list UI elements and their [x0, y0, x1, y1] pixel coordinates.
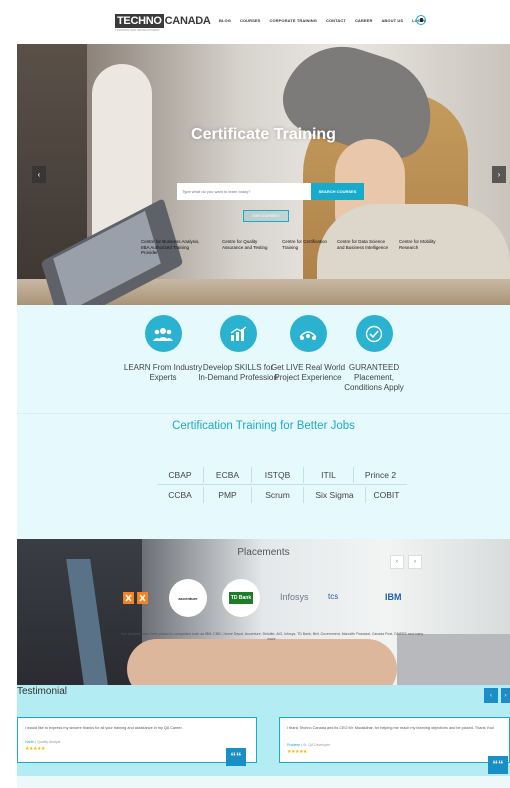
nav-about-us[interactable]: ABOUT US [381, 18, 403, 23]
feature-label: GURANTEED Placement, Conditions Apply [344, 363, 404, 392]
chart-icon [219, 315, 257, 352]
logo-techno: TECHNO [115, 14, 164, 28]
hero-item-quality-assurance[interactable]: Centre for Quality Assurance and Testing [222, 239, 277, 250]
testimonial-card: I thank Techno Canada and its CEO Mr. Mu… [279, 717, 510, 763]
cert-cobit[interactable]: COBIT [366, 487, 407, 503]
feature-learn: LEARN From Industry Experts [123, 315, 203, 383]
nav-career[interactable]: CAREER [355, 18, 373, 23]
hero-banner: Certificate Training SEARCH COURSES OUR … [17, 44, 510, 305]
testimonial-text: I would like to express my sincere thank… [25, 726, 183, 730]
techno-canada-logo[interactable]: TECHNO CANADA [115, 14, 211, 28]
feature-develop: Develop SKILLS for In-Demand Profession [198, 315, 278, 383]
cert-ecba[interactable]: ECBA [204, 466, 252, 483]
placements-caption: Our students have been placed in compani… [120, 632, 424, 641]
testimonial-card: I would like to express my sincere thank… [17, 717, 257, 763]
company-logo-infosys[interactable]: Infosys [280, 592, 309, 602]
company-logo-ibm[interactable]: IBM [385, 592, 402, 602]
company-logo-td-bank[interactable]: TD Bank [222, 579, 260, 617]
testimonial-title: Testimonial [17, 686, 68, 697]
brand-accenture: accenture [178, 595, 198, 601]
hero-prev-arrow[interactable]: ‹ [32, 166, 46, 183]
search-courses-button[interactable]: SEARCH COURSES [311, 183, 364, 200]
star-rating: ★★★★★ [25, 746, 45, 752]
company-logo-orange[interactable] [117, 579, 155, 617]
placements-bg-handshake [127, 639, 397, 685]
brand-td-bank: TD Bank [228, 592, 254, 604]
certification-title: Certification Training for Better Jobs [172, 420, 355, 432]
features-section: LEARN From Industry Experts Develop SKIL… [17, 305, 510, 539]
hero-title: Certificate Training [191, 126, 336, 143]
testimonial-next-button[interactable]: › [501, 688, 510, 703]
testimonial-prev-button[interactable]: ‹ [484, 688, 498, 703]
nav-corporate-training[interactable]: CORPORATE TRAINING [269, 18, 317, 23]
our-courses-button[interactable]: OUR COURSES › [243, 210, 289, 222]
feature-label: Develop SKILLS for In-Demand Profession [198, 363, 278, 382]
feature-label: LEARN From Industry Experts [123, 363, 203, 382]
placements-prev-arrow[interactable]: ‹ [390, 555, 404, 569]
cert-cbap[interactable]: CBAP [157, 466, 204, 483]
nav-blog[interactable]: BLOG [219, 18, 231, 23]
placements-next-arrow[interactable]: › [408, 555, 422, 569]
badge-check-icon [355, 315, 393, 352]
search-input[interactable] [177, 183, 311, 200]
footer-band [17, 776, 510, 788]
quote-icon: ““ [226, 748, 246, 766]
cert-row: CCBA PMP Scrum Six Sigma COBIT [157, 485, 407, 505]
testimonial-section: Testimonial ‹ › I would like to express … [17, 685, 510, 788]
divider [17, 413, 510, 414]
placements-title: Placements [237, 547, 290, 558]
lock-icon[interactable] [416, 15, 426, 25]
logo-canada: CANADA [164, 15, 211, 27]
placements-section: Placements ‹ › accenture TD Bank Infosys… [17, 539, 510, 685]
star-rating: ★★★★★ [287, 749, 307, 755]
cert-ccba[interactable]: CCBA [157, 487, 204, 503]
project-icon [289, 315, 327, 352]
author-name: Harsh [25, 740, 35, 744]
hero-next-arrow[interactable]: › [492, 166, 506, 183]
feature-placement: GURANTEED Placement, Conditions Apply [334, 315, 414, 393]
group-icon [144, 315, 182, 352]
site-header: TECHNO CANADA TRAINING AND DEVELOPMENT B… [0, 0, 510, 44]
nav-courses[interactable]: COURSES [240, 18, 260, 23]
hero-item-mobility[interactable]: Centre for Mobility Research [399, 239, 439, 250]
quote-icon: ““ [488, 756, 508, 774]
company-logo-tcs[interactable]: tcs [328, 592, 338, 601]
cert-istqb[interactable]: ISTQB [252, 466, 304, 483]
testimonial-author: Pradeep | Sr. QA Developer [287, 743, 331, 747]
hero-item-data-science[interactable]: Centre for Data Science and Business Int… [337, 239, 392, 250]
testimonial-author: Harsh | Quality Analyst [25, 740, 61, 744]
cert-six-sigma[interactable]: Six Sigma [304, 487, 366, 503]
course-search: SEARCH COURSES [177, 183, 364, 200]
cert-row: CBAP ECBA ISTQB ITIL Prince 2 [157, 465, 407, 485]
main-nav: BLOG COURSES CORPORATE TRAINING CONTACT … [219, 18, 425, 23]
author-name: Pradeep [287, 743, 301, 747]
cert-pmp[interactable]: PMP [204, 487, 252, 503]
author-role: Sr. QA Developer [303, 743, 331, 747]
hero-item-certification[interactable]: Centre for Certification Training [282, 239, 330, 250]
certification-grid: CBAP ECBA ISTQB ITIL Prince 2 CCBA PMP S… [157, 465, 407, 505]
author-role: Quality Analyst [37, 740, 61, 744]
cert-scrum[interactable]: Scrum [252, 487, 304, 503]
hero-item-business-analysis[interactable]: Centre for Business Analysis, IIBA Autho… [141, 239, 203, 256]
nav-contact[interactable]: CONTACT [326, 18, 346, 23]
cert-itil[interactable]: ITIL [304, 466, 354, 483]
cert-prince2[interactable]: Prince 2 [354, 467, 407, 483]
company-logo-accenture[interactable]: accenture [169, 579, 207, 617]
testimonial-text: I thank Techno Canada and its CEO Mr. Mu… [287, 726, 494, 730]
logo-tagline: TRAINING AND DEVELOPMENT [115, 28, 160, 32]
